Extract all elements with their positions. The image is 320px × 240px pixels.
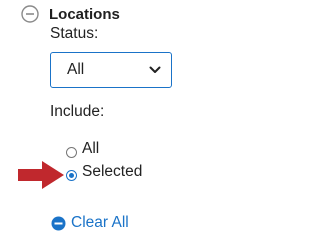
locations-filter-panel: Locations Status: All Include: All Selec…	[0, 0, 226, 239]
include-option-selected-label: Selected	[82, 163, 143, 180]
minus-circle-filled-icon	[51, 216, 66, 230]
radio-all[interactable]	[66, 146, 77, 158]
include-option-selected[interactable]: Selected	[66, 163, 142, 181]
include-option-all[interactable]: All	[66, 140, 99, 158]
status-label: Status:	[50, 25, 99, 42]
red-arrow-icon	[18, 161, 64, 189]
status-select-value: All	[67, 61, 85, 78]
include-option-all-label: All	[82, 140, 100, 157]
radio-selected[interactable]	[66, 169, 77, 181]
minus-circle-icon[interactable]	[21, 5, 39, 23]
clear-all-label: Clear All	[71, 214, 129, 231]
section-title: Locations	[49, 5, 120, 23]
status-select[interactable]: All	[50, 52, 172, 88]
section-header[interactable]: Locations	[21, 3, 120, 25]
include-label: Include:	[50, 103, 105, 120]
chevron-down-icon	[149, 66, 161, 73]
clear-all-link[interactable]: Clear All	[51, 214, 129, 232]
